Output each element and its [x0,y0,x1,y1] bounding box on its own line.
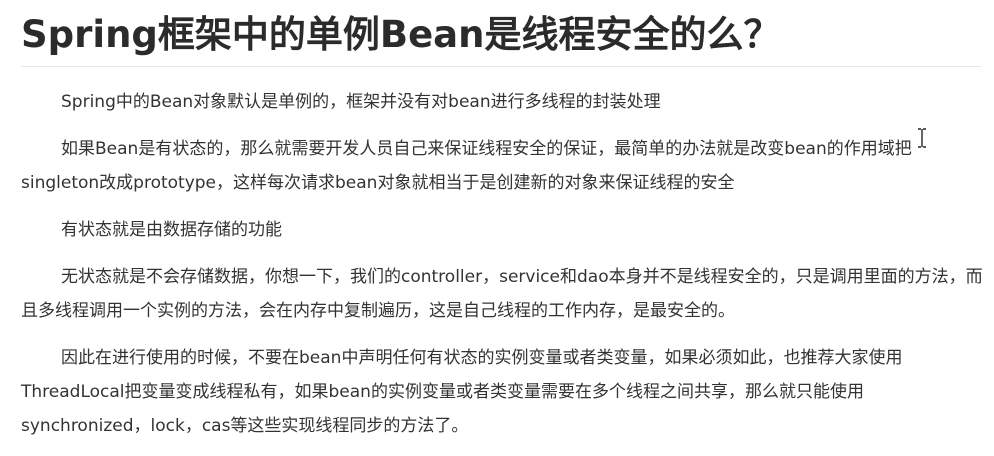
article-page: Spring框架中的单例Bean是线程安全的么？ Spring中的Bean对象默… [0,0,994,436]
paragraph-stateless-definition: 无状态就是不会存储数据，你想一下，我们的controller，service和d… [21,267,983,321]
title-divider [21,66,981,67]
text-cursor-icon [918,128,926,148]
paragraph-stateful-bean: 如果Bean是有状态的，那么就需要开发人员自己来保证线程安全的保证，最简单的办法… [21,139,912,193]
paragraph-stateful-definition: 有状态就是由数据存储的功能 [61,220,282,240]
paragraph-singleton-default: Spring中的Bean对象默认是单例的，框架并没有对bean进行多线程的封装处… [61,92,661,112]
article-body: Spring中的Bean对象默认是单例的，框架并没有对bean进行多线程的封装处… [21,85,983,456]
page-title: Spring框架中的单例Bean是线程安全的么？ [21,13,781,56]
paragraph-recommendation: 因此在进行使用的时候，不要在bean中声明任何有状态的实例变量或者类变量，如果必… [21,348,903,436]
